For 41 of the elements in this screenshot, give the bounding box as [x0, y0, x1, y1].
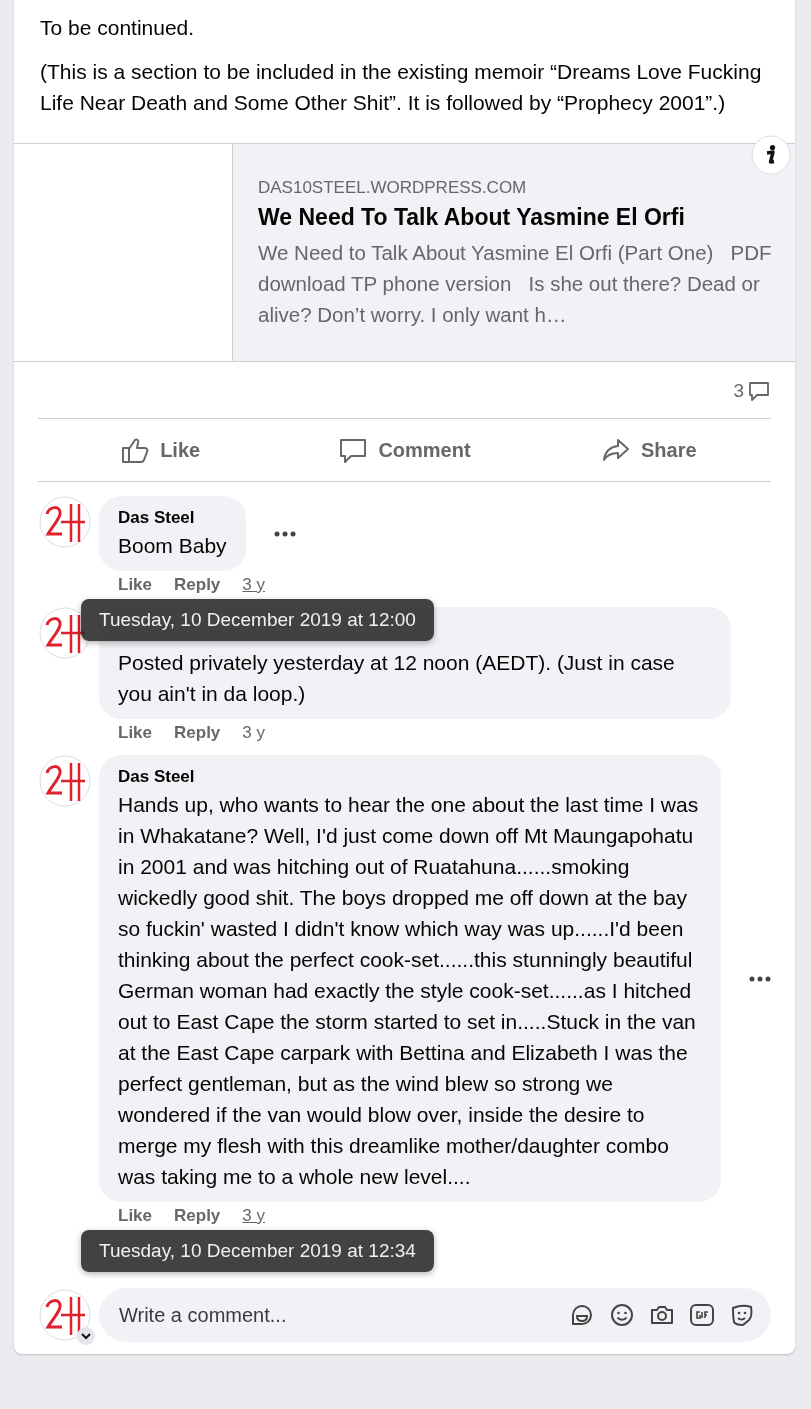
reply-link[interactable]: Reply [174, 1206, 221, 1226]
more-options-icon[interactable] [749, 975, 771, 982]
comment-text: Hands up, who wants to hear the one about the last time I was in Whakatane? Well, I'd just come down off Mt Maungapohatu in 2001 and was hitching out of Ruatahuna......smoking wickedly good shit. The boys dropped me off down at the bay so fuckin' wasted I didn't know which way was up......I'd been thinking about the perfect cook-set......this stunningly beautiful German woman had exactly the style cook-set......as I hitched out to East Cape the storm started to set in.....Stuck in the van at the East Cape carpark with Bettina and Elizabeth I was the perfect gentleman, but as the wind blew so strong we wondered if the van would blow over, inside the desire to merge my flesh with this dreamlike mother/daughter combo was taking me to a whole new level.... [118, 792, 700, 1190]
comment-count[interactable]: 3 [733, 380, 744, 402]
timestamp-tooltip: Tuesday, 10 December 2019 at 12:00 [81, 599, 434, 641]
post-paragraph: (This is a section to be included in the existing memoir “Dreams Love Fucking Life Near Death and Some Other Shit”. It is followed by “Prophecy 2001”.) [40, 59, 763, 116]
info-icon[interactable] [751, 135, 791, 175]
reply-link[interactable]: Reply [174, 575, 221, 595]
like-link[interactable]: Like [118, 723, 153, 743]
emoji-icon[interactable] [609, 1302, 635, 1328]
post-paragraph: To be continued. [40, 15, 196, 41]
reply-link[interactable]: Reply [174, 723, 221, 743]
link-domain: DAS10STEEL.WORDPRESS.COM [258, 178, 528, 198]
gif-icon[interactable] [689, 1302, 715, 1328]
action-button[interactable]: Share [526, 419, 771, 481]
comment-field[interactable]: Write a comment... [117, 1294, 555, 1336]
action-button[interactable]: Like [38, 419, 283, 481]
timestamp-link[interactable]: 3 y [242, 1206, 265, 1226]
avatar[interactable] [39, 496, 91, 548]
comment-icon [747, 379, 771, 403]
comment-author[interactable]: Das Steel [118, 767, 702, 787]
link-description: We Need to Talk About Yasmine El Orfi (Part One) PDF download TP phone version Is she out there? Dead or alive? Don’t worry. I only want h… [258, 240, 773, 328]
comment-text: Boom Baby [118, 533, 227, 559]
link-preview[interactable] [14, 143, 795, 362]
link-title: We Need To Talk About Yasmine El Orfi [258, 204, 686, 231]
comment-box[interactable]: Write a comment... [99, 1288, 771, 1342]
like-link[interactable]: Like [118, 575, 153, 595]
timestamp-link[interactable]: 3 y [242, 723, 265, 743]
avatar[interactable] [39, 1289, 91, 1341]
like-link[interactable]: Like [118, 1206, 153, 1226]
avatar[interactable] [39, 755, 91, 807]
timestamp-tooltip: Tuesday, 10 December 2019 at 12:34 [81, 1230, 434, 1272]
comment-text: Posted privately yesterday at 12 noon (AEDT). (Just in case you ain't in da loop.) [118, 650, 676, 707]
sticker-icon[interactable] [729, 1302, 755, 1328]
action-button[interactable]: Comment [282, 419, 527, 481]
chevron-down-icon[interactable] [77, 1327, 95, 1345]
timestamp-link[interactable]: 3 y [242, 575, 265, 595]
avatar[interactable] [39, 607, 91, 659]
more-options-icon[interactable] [273, 530, 296, 537]
comment-author[interactable]: Das Steel [118, 508, 227, 528]
avatar-sticker-icon[interactable] [569, 1302, 595, 1328]
